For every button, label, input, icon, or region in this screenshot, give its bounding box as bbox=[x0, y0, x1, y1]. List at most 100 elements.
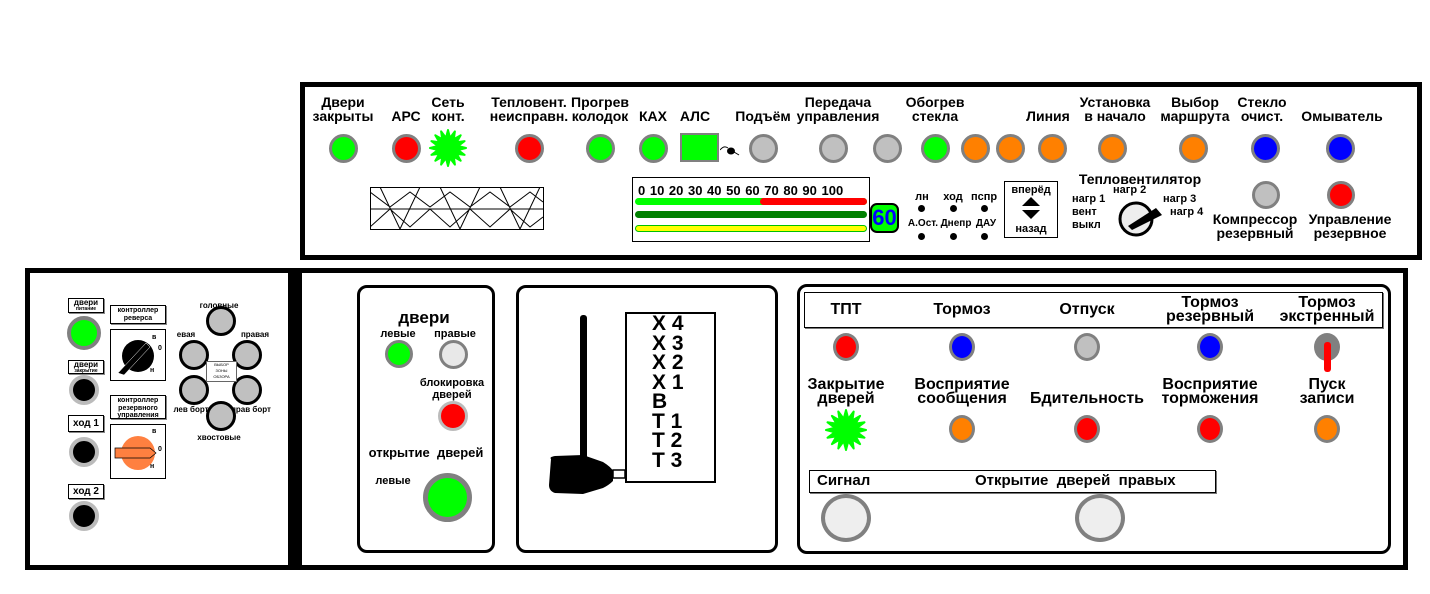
hod2-label: ход 2 bbox=[68, 484, 104, 499]
compressor-label: Компрессор резервный bbox=[1212, 211, 1298, 241]
zone-leftside-button[interactable] bbox=[179, 375, 209, 405]
heater-nagr1: нагр 1 bbox=[1072, 193, 1106, 205]
brake-lamp-2[interactable] bbox=[1074, 333, 1100, 361]
speed-bar-red bbox=[760, 198, 867, 205]
reverse-controller-label: контроллер реверса bbox=[110, 305, 166, 324]
doors-power-button[interactable] bbox=[67, 316, 101, 350]
lamp-obogrev-2[interactable] bbox=[961, 134, 990, 163]
reserve-controller-label: контроллер резервного управления bbox=[110, 395, 166, 419]
signal-label: Сигнал bbox=[817, 472, 871, 489]
heater-nagr4: нагр 4 bbox=[1170, 206, 1204, 218]
doors-lock-label: блокировка дверей bbox=[419, 377, 485, 401]
lamp-podyem[interactable] bbox=[749, 134, 778, 163]
lamp-dveri-zakryty[interactable] bbox=[329, 134, 358, 163]
reverse-controller-knob[interactable] bbox=[110, 329, 166, 381]
lamp-progrev[interactable] bbox=[586, 134, 615, 163]
zone-leftside-label: лев борт bbox=[173, 405, 209, 414]
brake-lamp-0[interactable] bbox=[833, 333, 859, 361]
top-label-6: АЛС bbox=[679, 108, 711, 124]
controller-position-7[interactable]: Т 3 bbox=[652, 450, 682, 471]
top-label-11: Установка в начало bbox=[1079, 94, 1151, 124]
lamp-omyvatel[interactable] bbox=[1326, 134, 1355, 163]
doors-open-left-label: левые bbox=[375, 475, 411, 487]
doors-left-lamp bbox=[385, 340, 413, 368]
top-label-10: Линия bbox=[1026, 108, 1070, 124]
lamp-steklo[interactable] bbox=[1251, 134, 1280, 163]
heater-knob[interactable] bbox=[1118, 198, 1168, 238]
brake-lamp-1[interactable] bbox=[949, 333, 975, 361]
zone-head-button[interactable] bbox=[206, 306, 236, 336]
emergency-brake-toggle[interactable] bbox=[1324, 342, 1331, 372]
controller-position-6[interactable]: Т 2 bbox=[652, 430, 682, 451]
zone-tail-button[interactable] bbox=[206, 401, 236, 431]
signal-lamp-2[interactable] bbox=[1074, 415, 1100, 443]
brake-lamp-3[interactable] bbox=[1197, 333, 1223, 361]
reverse-mark-0: 0 bbox=[158, 345, 162, 352]
direction-forward[interactable]: вперёд bbox=[1011, 184, 1050, 196]
signal-lamp-0[interactable] bbox=[825, 409, 867, 456]
speed-value: 60 bbox=[870, 203, 899, 233]
lamp-obogrev-3[interactable] bbox=[996, 134, 1025, 163]
ind-ln-label: лн bbox=[915, 191, 929, 203]
reverse-mark-n: н bbox=[150, 367, 155, 374]
doors-lock-button[interactable] bbox=[438, 401, 468, 431]
speed-scale: 0 10 20 30 40 50 60 70 80 90 100 bbox=[638, 183, 844, 198]
top-label-7: Подъём bbox=[735, 108, 791, 124]
ind-dnepr-dot bbox=[950, 233, 957, 240]
controller-position-2[interactable]: Х 2 bbox=[652, 352, 684, 373]
lamp-vybor[interactable] bbox=[1179, 134, 1208, 163]
signal-label-3: Восприятие торможения bbox=[1161, 376, 1259, 407]
controller-handle[interactable] bbox=[547, 455, 627, 495]
lamp-ars[interactable] bbox=[392, 134, 421, 163]
zone-left-button[interactable] bbox=[179, 340, 209, 370]
lamp-peredacha-1[interactable] bbox=[819, 134, 848, 163]
top-label-8: Передача управления bbox=[796, 94, 880, 124]
top-label-9: Обогрев стекла bbox=[905, 94, 965, 124]
compressor-lamp[interactable] bbox=[1252, 181, 1280, 209]
brake-header-1: Тормоз bbox=[933, 301, 991, 318]
lamp-liniya[interactable] bbox=[1038, 134, 1067, 163]
doors-right-label: правые bbox=[434, 328, 476, 340]
ind-hod-dot bbox=[950, 205, 957, 212]
zone-select-label: ВЫБОР ЗОНЫ ОБЗОРА bbox=[206, 361, 237, 382]
top-label-4: Прогрев колодок bbox=[571, 94, 629, 124]
heater-vykl: выкл bbox=[1072, 219, 1101, 231]
doors-power-sub: питание bbox=[75, 306, 97, 312]
lamp-set-kont[interactable] bbox=[429, 129, 467, 172]
doors-right-lamp bbox=[439, 340, 468, 369]
ind-dnepr-label: Днепр bbox=[940, 218, 972, 229]
lamp-ustanovka[interactable] bbox=[1098, 134, 1127, 163]
lamp-obogrev[interactable] bbox=[921, 134, 950, 163]
lamp-teplovent[interactable] bbox=[515, 134, 544, 163]
brake-header-0: ТПТ bbox=[830, 301, 862, 318]
top-label-2: Сеть конт. bbox=[431, 94, 465, 124]
open-right-doors-button[interactable] bbox=[1075, 494, 1125, 542]
top-label-5: КАХ bbox=[639, 108, 667, 124]
speed-bar-yellow bbox=[635, 225, 867, 232]
ind-dau-label: ДАУ bbox=[975, 218, 997, 229]
controller-position-0[interactable]: Х 4 bbox=[652, 313, 684, 334]
lamp-als[interactable] bbox=[680, 133, 740, 162]
ind-dau-dot bbox=[981, 233, 988, 240]
reserve-control-lamp[interactable] bbox=[1327, 181, 1355, 209]
hod1-button[interactable] bbox=[69, 437, 99, 467]
signal-lamp-4[interactable] bbox=[1314, 415, 1340, 443]
lamp-kah[interactable] bbox=[639, 134, 668, 163]
up-down-arrows-icon bbox=[1022, 197, 1040, 219]
signal-lamp-1[interactable] bbox=[949, 415, 975, 443]
signal-label-1: Восприятие сообщения bbox=[914, 376, 1010, 407]
direction-back[interactable]: назад bbox=[1015, 223, 1046, 235]
reserve-control-label: Управление резервное bbox=[1308, 211, 1392, 241]
signal-lamp-3[interactable] bbox=[1197, 415, 1223, 443]
hod2-button[interactable] bbox=[69, 501, 99, 531]
doors-close-button[interactable] bbox=[69, 375, 99, 405]
signal-button[interactable] bbox=[821, 494, 871, 542]
lamp-peredacha-2[interactable] bbox=[873, 134, 902, 163]
reverse-mark-v: в bbox=[152, 334, 157, 341]
signal-label-4: Пуск записи bbox=[1299, 376, 1355, 407]
open-right-doors-label: Открытие дверей правых bbox=[975, 472, 1176, 489]
doors-open-left-button[interactable] bbox=[423, 473, 472, 522]
heater-nagr2: нагр 2 bbox=[1113, 184, 1147, 196]
controller-position-4[interactable]: В bbox=[652, 391, 667, 412]
brake-header-2: Отпуск bbox=[1059, 301, 1115, 318]
